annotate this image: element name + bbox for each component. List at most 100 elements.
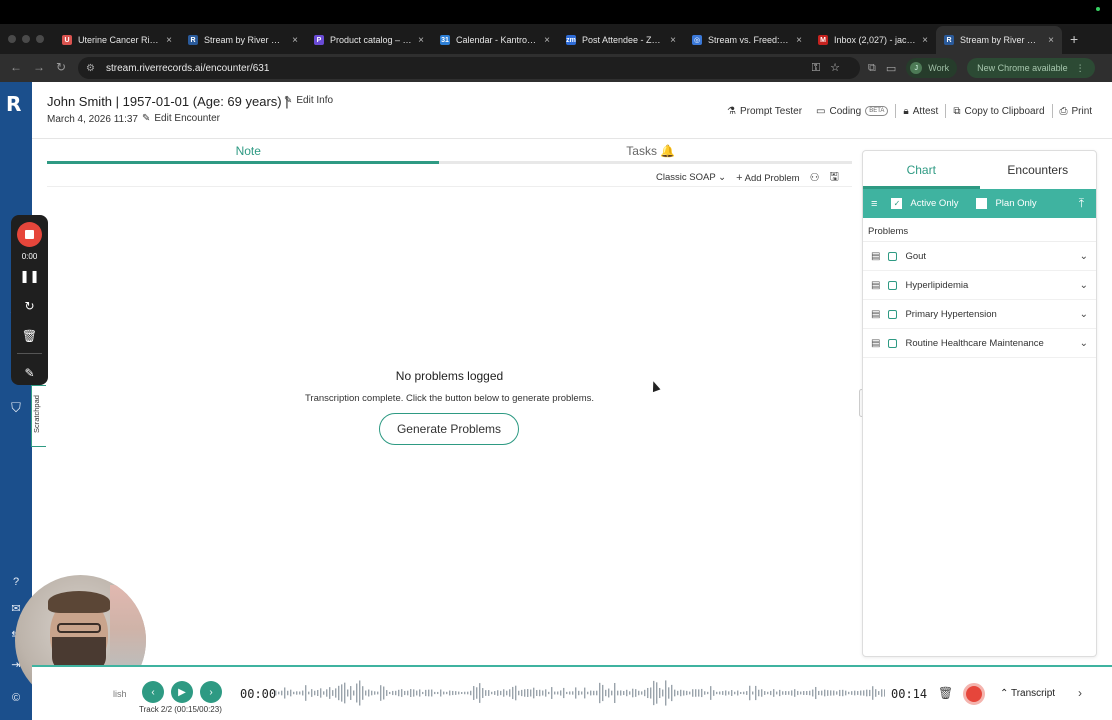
- add-problem-label: Add Problem: [744, 172, 800, 184]
- coding-button[interactable]: ▭ Coding BETA: [809, 106, 895, 117]
- menu-kebab-icon[interactable]: ⋮: [1076, 63, 1085, 74]
- reload-icon[interactable]: ↻: [56, 60, 66, 74]
- problem-row[interactable]: ▤ Hyperlipidemia ⌄: [863, 271, 1096, 300]
- problem-row[interactable]: ▤ Primary Hypertension ⌄: [863, 300, 1096, 329]
- problem-row[interactable]: ▤ Routine Healthcare Maintenance ⌄: [863, 329, 1096, 358]
- edit-encounter-button[interactable]: ✎ Edit Encounter: [142, 113, 220, 124]
- generate-problems-button[interactable]: Generate Problems: [379, 413, 519, 445]
- waveform-bar: [365, 690, 367, 696]
- new-tab-button[interactable]: +: [1070, 31, 1078, 47]
- next-track-button[interactable]: ›: [200, 681, 222, 703]
- problem-detail-icon[interactable]: ▤: [871, 309, 880, 320]
- back-icon[interactable]: ←: [10, 60, 22, 74]
- scratchpad-tab[interactable]: Scratchpad: [31, 385, 46, 447]
- attest-button[interactable]: 🔒︎ Attest: [896, 106, 945, 117]
- waveform-bar: [641, 691, 643, 695]
- active-only-toggle[interactable]: ✓ Active Only: [891, 198, 958, 209]
- chevron-down-icon[interactable]: ⌄: [1080, 251, 1088, 262]
- close-tab-icon[interactable]: ×: [796, 35, 802, 46]
- previous-track-button[interactable]: ‹: [142, 681, 164, 703]
- record-button[interactable]: [963, 683, 985, 705]
- close-tab-icon[interactable]: ×: [166, 35, 172, 46]
- browser-tab[interactable]: M Inbox (2,027) - jacob ×: [810, 26, 936, 54]
- add-problem-button[interactable]: + Add Problem: [736, 172, 799, 184]
- bookmark-star-icon[interactable]: ⚿☆: [812, 61, 850, 75]
- browser-tab[interactable]: U Uterine Cancer Risk A ×: [54, 26, 180, 54]
- extensions-icon[interactable]: ⧉: [868, 62, 876, 75]
- transcript-toggle[interactable]: ⌃ Transcript: [1000, 688, 1055, 699]
- close-tab-icon[interactable]: ×: [292, 35, 298, 46]
- collapse-icon[interactable]: ⤒: [1079, 196, 1084, 211]
- browser-tab[interactable]: 31 Calendar - Kantrowitz ×: [432, 26, 558, 54]
- pen-icon[interactable]: ✎: [11, 366, 48, 380]
- side-panel-icon[interactable]: ▭: [886, 62, 896, 75]
- waveform-bar: [344, 682, 346, 704]
- print-button[interactable]: ⎙ Print: [1053, 106, 1100, 117]
- waveform-bar: [821, 690, 823, 696]
- chrome-update-button[interactable]: New Chrome available ⋮: [967, 58, 1095, 78]
- filter-bar: ≡ ✓ Active Only Plan Only ⤒: [863, 189, 1096, 218]
- waveform-bar: [827, 690, 829, 696]
- audio-waveform[interactable]: [275, 677, 885, 709]
- problem-checkbox[interactable]: [888, 280, 898, 290]
- waveform-bar: [593, 690, 595, 696]
- close-tab-icon[interactable]: ×: [1048, 35, 1054, 46]
- problem-checkbox[interactable]: [888, 338, 898, 348]
- chevron-down-icon[interactable]: ⌄: [1080, 338, 1088, 349]
- plan-only-checkbox[interactable]: [976, 198, 988, 209]
- pause-icon[interactable]: ❚❚: [11, 269, 48, 283]
- play-button[interactable]: ▶: [171, 681, 193, 703]
- browser-tab[interactable]: R Stream by River Reco ×: [180, 26, 306, 54]
- tab-encounters[interactable]: Encounters: [980, 151, 1097, 189]
- copy-clipboard-button[interactable]: ⧉ Copy to Clipboard: [946, 106, 1051, 117]
- browser-tab[interactable]: P Product catalog – Riv ×: [306, 26, 432, 54]
- close-tab-icon[interactable]: ×: [418, 35, 424, 46]
- prompt-tester-button[interactable]: ⚗ Prompt Tester: [720, 106, 809, 117]
- chevron-right-icon[interactable]: ›: [1078, 686, 1082, 700]
- close-tab-icon[interactable]: ×: [544, 35, 550, 46]
- save-icon[interactable]: 🖫: [829, 168, 838, 187]
- help-icon[interactable]: ?: [8, 576, 24, 588]
- problem-checkbox[interactable]: [888, 251, 898, 261]
- restart-icon[interactable]: ↻: [11, 299, 48, 313]
- problem-detail-icon[interactable]: ▤: [871, 280, 880, 291]
- trash-icon[interactable]: 🗑︎: [11, 329, 48, 343]
- user-settings-icon[interactable]: ⚇: [810, 171, 820, 184]
- waveform-bar: [398, 689, 400, 697]
- site-settings-icon[interactable]: ⚙: [86, 62, 98, 74]
- browser-tab[interactable]: R Stream by River Reco ×: [936, 26, 1062, 54]
- active-only-checkbox[interactable]: ✓: [891, 198, 903, 209]
- edit-info-button[interactable]: ✎ Edit Info: [284, 95, 333, 106]
- browser-tab[interactable]: ◎ Stream vs. Freed: Uni ×: [684, 26, 810, 54]
- url-bar[interactable]: ⚙ stream.riverrecords.ai/encounter/631 ⚿…: [78, 57, 860, 79]
- waveform-bar: [410, 689, 412, 697]
- chevron-down-icon[interactable]: ⌄: [1080, 309, 1088, 320]
- river-logo[interactable]: R: [6, 92, 21, 116]
- problem-detail-icon[interactable]: ▤: [871, 251, 880, 262]
- shield-icon[interactable]: ⛉: [8, 400, 24, 416]
- delete-audio-icon[interactable]: 🗑︎: [938, 686, 953, 700]
- filter-icon[interactable]: ≡: [871, 198, 877, 210]
- problem-checkbox[interactable]: [888, 309, 898, 319]
- chevron-down-icon[interactable]: ⌄: [1080, 280, 1088, 291]
- profile-button[interactable]: J Work: [906, 58, 958, 78]
- waveform-bar: [686, 690, 688, 696]
- plan-only-toggle[interactable]: Plan Only: [976, 198, 1037, 209]
- tab-chart[interactable]: Chart: [863, 151, 980, 189]
- panel-tabs: Chart Encounters: [863, 151, 1096, 189]
- waveform-bar: [554, 691, 556, 695]
- close-tab-icon[interactable]: ×: [670, 35, 676, 46]
- stop-recording-button[interactable]: [17, 222, 42, 247]
- window-controls[interactable]: [8, 35, 44, 43]
- url-text: stream.riverrecords.ai/encounter/631: [106, 62, 270, 74]
- close-tab-icon[interactable]: ×: [922, 35, 928, 46]
- waveform-bar: [323, 691, 325, 695]
- waveform-bar: [806, 691, 808, 695]
- problem-row[interactable]: ▤ Gout ⌄: [863, 242, 1096, 271]
- browser-tab[interactable]: zm Post Attendee - Zoom ×: [558, 26, 684, 54]
- waveform-bar: [728, 691, 730, 695]
- problem-detail-icon[interactable]: ▤: [871, 338, 880, 349]
- waveform-bar: [791, 690, 793, 696]
- forward-icon[interactable]: →: [33, 60, 45, 74]
- template-select[interactable]: Classic SOAP ⌄: [656, 172, 726, 183]
